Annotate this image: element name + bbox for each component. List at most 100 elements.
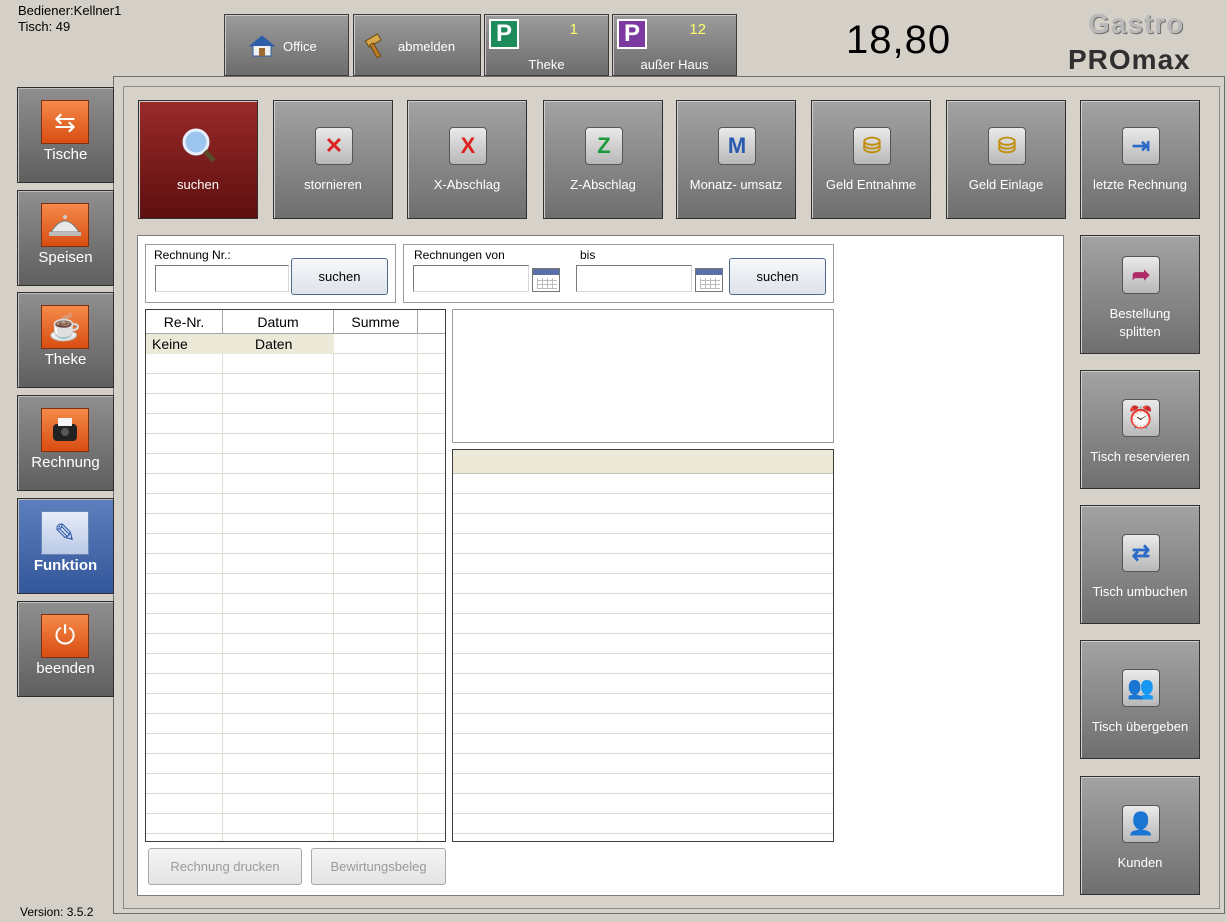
tool-label: Monatz- umsatz xyxy=(689,177,783,192)
col-header-spacer xyxy=(418,310,445,334)
parking-p-icon: P xyxy=(617,19,647,49)
nav-tables[interactable]: ⇆ Tische xyxy=(17,87,114,183)
magnifier-icon xyxy=(180,127,218,165)
date-to-input[interactable] xyxy=(576,265,692,292)
home-icon xyxy=(248,35,276,57)
table-row[interactable]: Keine Daten xyxy=(146,334,334,354)
cancel-tool-button[interactable]: ✕ stornieren xyxy=(273,100,393,219)
split-label-2: splitten xyxy=(1119,324,1161,339)
tool-label: suchen xyxy=(177,177,219,192)
items-header xyxy=(453,450,833,474)
rebook-label: Tisch umbuchen xyxy=(1092,584,1188,599)
nav-function[interactable]: ✎ Funktion xyxy=(17,498,114,594)
transfer-label: Tisch übergeben xyxy=(1091,719,1189,734)
date-from-input[interactable] xyxy=(413,265,529,292)
takeaway-count: 12 xyxy=(689,21,706,38)
invoice-items-table xyxy=(452,449,834,842)
print-invoice-button[interactable]: Rechnung drucken xyxy=(148,848,302,885)
nav-label: Theke xyxy=(44,351,87,368)
column-divider xyxy=(417,334,418,841)
cup-icon: ☕ xyxy=(41,305,89,349)
nav-counter[interactable]: ☕ Theke xyxy=(17,292,114,388)
customers-button[interactable]: 👤 Kunden xyxy=(1080,776,1200,895)
total-amount: 18,80 xyxy=(846,18,952,62)
invoice-table: Re-Nr. Datum Summe Keine Daten xyxy=(145,309,446,842)
z-report-icon: Z xyxy=(585,127,623,165)
office-button[interactable]: Office xyxy=(224,14,349,76)
table-gridlines xyxy=(453,474,833,841)
tool-label: Z-Abschlag xyxy=(570,177,636,192)
nav-dishes[interactable]: Speisen xyxy=(17,190,114,286)
col-header-date[interactable]: Datum xyxy=(223,310,334,334)
col-header-number[interactable]: Re-Nr. xyxy=(146,310,223,334)
monthly-sales-button[interactable]: M Monatz- umsatz xyxy=(676,100,796,219)
cloche-icon xyxy=(41,203,89,247)
search-range-button[interactable]: suchen xyxy=(729,258,826,295)
takeaway-parking-button[interactable]: P 12 außer Haus xyxy=(612,14,737,76)
tool-label: Geld Entnahme xyxy=(825,177,917,192)
last-invoice-button[interactable]: ⇥ letzte Rechnung xyxy=(1080,100,1200,219)
coins-in-icon: ⛁ xyxy=(988,127,1026,165)
operator-label: Bediener:Kellner1 xyxy=(18,3,122,18)
nav-label: Tische xyxy=(43,146,88,163)
users-icon: 👥 xyxy=(1122,669,1160,707)
office-label: Office xyxy=(283,39,317,54)
tool-label: stornieren xyxy=(304,177,362,192)
version-label: Version: 3.5.2 xyxy=(20,905,94,919)
nav-label: Speisen xyxy=(38,249,93,266)
logo-gastro: Gastro xyxy=(1088,8,1185,39)
counter-count: 1 xyxy=(569,21,578,38)
split-order-icon: ➦ xyxy=(1122,256,1160,294)
x-report-button[interactable]: X X-Abschlag xyxy=(407,100,527,219)
calendar-icon[interactable] xyxy=(532,268,560,292)
tool-label: X-Abschlag xyxy=(433,177,501,192)
cancel-receipt-icon: ✕ xyxy=(315,127,353,165)
split-label-1: Bestellung xyxy=(1109,306,1171,321)
hammer-icon xyxy=(362,33,388,59)
search-tool-button[interactable]: suchen xyxy=(138,100,258,219)
invoice-number-input[interactable] xyxy=(155,265,289,292)
reserve-table-button[interactable]: ⏰ Tisch reservieren xyxy=(1080,370,1200,489)
power-icon: ⏻ xyxy=(41,614,89,658)
logo-promax: PROmax xyxy=(1068,44,1191,75)
nav-label: beenden xyxy=(36,660,95,677)
nav-invoice[interactable]: Rechnung xyxy=(17,395,114,491)
tool-label: Geld Einlage xyxy=(968,177,1044,192)
split-order-button[interactable]: ➦ Bestellung splitten xyxy=(1080,235,1200,354)
column-divider xyxy=(333,334,334,841)
nav-exit[interactable]: ⏻ beenden xyxy=(17,601,114,697)
x-report-icon: X xyxy=(449,127,487,165)
alarm-clock-icon: ⏰ xyxy=(1122,399,1160,437)
cash-withdrawal-button[interactable]: ⛁ Geld Entnahme xyxy=(811,100,931,219)
invoice-number-caption: Rechnung Nr.: xyxy=(154,248,231,262)
rebook-table-button[interactable]: ⇄ Tisch umbuchen xyxy=(1080,505,1200,624)
to-caption: bis xyxy=(580,248,596,262)
col-header-sum[interactable]: Summe xyxy=(334,310,418,334)
search-invoice-button[interactable]: suchen xyxy=(291,258,388,295)
table-label: Tisch: 49 xyxy=(18,19,71,34)
calendar-icon[interactable] xyxy=(695,268,723,292)
hand-over-table-button[interactable]: 👥 Tisch übergeben xyxy=(1080,640,1200,759)
cell-date: Daten xyxy=(255,336,293,352)
cell-number: Keine xyxy=(152,336,188,352)
column-divider xyxy=(222,334,223,841)
z-report-button[interactable]: Z Z-Abschlag xyxy=(543,100,663,219)
from-caption: Rechnungen von xyxy=(414,248,505,262)
swap-arrows-icon: ⇆ xyxy=(41,100,89,144)
form-icon: ✎ xyxy=(41,511,89,555)
customers-label: Kunden xyxy=(1117,855,1163,870)
invoice-preview-panel xyxy=(452,309,834,443)
takeaway-label: außer Haus xyxy=(640,57,709,72)
last-arrow-icon: ⇥ xyxy=(1122,127,1160,165)
entertainment-receipt-button[interactable]: Bewirtungsbeleg xyxy=(311,848,446,885)
cash-deposit-button[interactable]: ⛁ Geld Einlage xyxy=(946,100,1066,219)
customers-icon: 👤 xyxy=(1122,805,1160,843)
coins-out-icon: ⛁ xyxy=(853,127,891,165)
nav-label: Rechnung xyxy=(31,454,100,471)
receipt-printer-icon xyxy=(41,408,89,452)
reserve-label: Tisch reservieren xyxy=(1090,449,1190,464)
counter-parking-button[interactable]: P 1 Theke xyxy=(484,14,609,76)
logout-button[interactable]: abmelden xyxy=(353,14,481,76)
parking-p-icon: P xyxy=(489,19,519,49)
logout-label: abmelden xyxy=(398,39,456,54)
